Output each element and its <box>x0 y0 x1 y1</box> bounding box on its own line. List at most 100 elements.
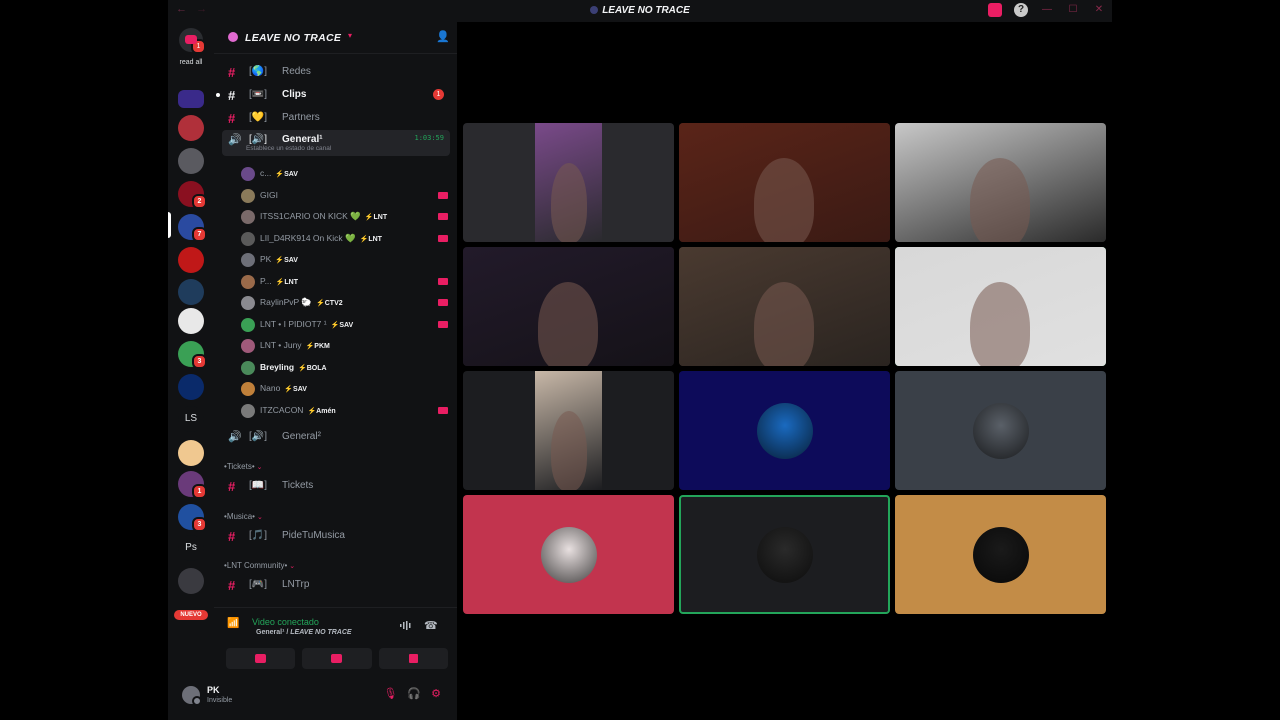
channel-emoji: [🌎] <box>249 66 268 77</box>
voice-user[interactable]: c... ⚡SAV <box>238 164 450 184</box>
activities-button[interactable] <box>378 648 448 669</box>
server-rail: 1 read all 2 7 3 LS 1 3 Ps NUEVO <box>168 22 214 720</box>
category-lnt-community[interactable]: •LNT Community• ⌄ <box>224 561 295 570</box>
channel-partners[interactable]: # [💛] Partners <box>222 108 450 128</box>
hash-icon: # <box>228 65 236 80</box>
read-all-button[interactable]: read all <box>168 59 214 66</box>
avatar-tile[interactable] <box>463 495 674 614</box>
channel-emoji: [📼] <box>249 89 268 100</box>
avatar <box>241 231 255 246</box>
video-feed <box>535 371 602 490</box>
voice-user[interactable]: LIl_D4RK914 On Kick 💚 ⚡LNT <box>238 229 450 249</box>
video-tile[interactable] <box>463 247 674 366</box>
video-tile[interactable] <box>679 123 890 242</box>
server-icon[interactable]: 3 <box>178 341 207 369</box>
avatar[interactable] <box>182 686 202 706</box>
server-icon[interactable] <box>178 247 204 273</box>
server-icon[interactable] <box>178 568 204 594</box>
server-icon[interactable] <box>178 115 204 141</box>
voice-user[interactable]: ITSS1CARIO ON KICK 💚 ⚡LNT <box>238 207 450 227</box>
voice-user[interactable]: Nano ⚡SAV <box>238 379 450 399</box>
channel-name: Tickets <box>282 480 314 491</box>
video-feed <box>535 123 602 242</box>
voice-channel-general-active[interactable]: 🔊 [🔊] General¹ 1:03:59 Establece un esta… <box>222 130 450 156</box>
channel-name: Clips <box>282 89 307 100</box>
connection-status: Video conectado <box>252 617 319 627</box>
channel-clips[interactable]: # [📼] Clips 1 <box>216 85 450 105</box>
gear-icon[interactable]: ⚙ <box>431 687 441 700</box>
guild-header[interactable]: LEAVE NO TRACE ▾ 👤 <box>214 22 457 54</box>
voice-user[interactable]: P... ⚡LNT <box>238 272 450 292</box>
user-tag: ⚡SAV <box>284 386 307 393</box>
channel-pidetumusica[interactable]: # [🎵] PideTuMusica <box>222 526 450 546</box>
signal-icon[interactable]: 📶 <box>227 618 239 629</box>
video-tile[interactable] <box>679 247 890 366</box>
guild-name: LEAVE NO TRACE <box>245 32 342 44</box>
camera-on-icon <box>438 406 448 414</box>
screen-share-button[interactable] <box>302 648 372 669</box>
voice-user[interactable]: RaylinPvP 🐑 ⚡CTV2 <box>238 293 450 313</box>
voice-user[interactable]: Breyling ⚡BOLA <box>238 358 450 378</box>
avatar-tile[interactable] <box>895 371 1106 490</box>
connection-channel[interactable]: General¹ / LEAVE NO TRACE <box>256 629 352 636</box>
close-button[interactable]: ✕ <box>1092 3 1106 17</box>
voice-user[interactable]: PK ⚡SAV <box>238 250 450 270</box>
participant-avatar <box>756 402 813 459</box>
avatar-tile[interactable] <box>679 495 890 614</box>
channel-tickets[interactable]: # [📖] Tickets <box>222 476 450 496</box>
inbox-icon[interactable] <box>988 3 1002 17</box>
server-icon[interactable]: 2 <box>178 181 207 209</box>
category-musica[interactable]: •Musica• ⌄ <box>224 512 263 521</box>
avatar <box>241 360 255 375</box>
voice-user-name: LIl_D4RK914 On Kick 💚 ⚡LNT <box>260 232 382 243</box>
video-tile[interactable] <box>895 247 1106 366</box>
server-icon[interactable] <box>178 279 204 305</box>
username: PK <box>207 685 220 695</box>
voice-user[interactable]: GIGI <box>238 186 450 206</box>
voice-user[interactable]: LNT • I PIDIOT7 ¹ ⚡SAV <box>238 315 450 335</box>
avatar-tile[interactable] <box>895 495 1106 614</box>
hash-icon: # <box>228 479 236 494</box>
server-icon[interactable] <box>178 374 204 400</box>
voice-user-name: LNT • Juny ⚡PKM <box>260 340 330 350</box>
server-icon[interactable]: 1 <box>178 471 207 499</box>
noise-suppression-icon[interactable] <box>400 621 412 630</box>
maximize-button[interactable]: ☐ <box>1066 3 1080 17</box>
video-tile[interactable] <box>463 371 674 490</box>
server-icon[interactable] <box>178 440 204 466</box>
user-tag: ⚡Amén <box>307 407 336 415</box>
server-icon[interactable]: Ps <box>178 535 204 561</box>
deafen-headphones-icon[interactable]: 🎧 <box>407 687 421 700</box>
disconnect-icon[interactable]: ☎ <box>424 619 438 632</box>
participant-silhouette <box>551 411 587 490</box>
video-tile[interactable] <box>463 123 674 242</box>
category-tickets[interactable]: •Tickets• ⌄ <box>224 462 263 471</box>
voice-user[interactable]: ITZCACON ⚡Amén <box>238 401 450 421</box>
voice-user-name: GIGI <box>260 189 278 200</box>
camera-on-icon <box>438 277 448 285</box>
channel-redes[interactable]: # [🌎] Redes <box>222 62 450 82</box>
direct-messages-button[interactable]: 1 <box>179 28 206 54</box>
voice-channel-general-2[interactable]: 🔊 [🔊] General² <box>222 427 450 447</box>
server-icon[interactable]: 3 <box>178 504 207 532</box>
server-icon[interactable] <box>178 308 204 334</box>
mention-badge: 1 <box>433 89 444 100</box>
channel-status[interactable]: Establece un estado de canal <box>246 145 331 152</box>
add-member-icon[interactable]: 👤 <box>436 30 450 43</box>
video-tile[interactable] <box>895 123 1106 242</box>
video-feed <box>679 123 890 242</box>
channel-lntrp[interactable]: # [🎮] LNTrp <box>222 575 450 595</box>
server-icon[interactable] <box>178 90 204 108</box>
avatar-tile[interactable] <box>679 371 890 490</box>
server-icon[interactable] <box>178 148 204 174</box>
chevron-down-icon: ▾ <box>348 31 353 40</box>
mute-microphone-icon[interactable]: 🎙 <box>383 687 397 700</box>
participant-silhouette <box>970 282 1030 366</box>
camera-button[interactable] <box>226 648 296 669</box>
voice-action-buttons <box>226 648 448 669</box>
voice-user[interactable]: LNT • Juny ⚡PKM <box>238 336 450 356</box>
server-icon[interactable]: LS <box>178 406 204 432</box>
help-icon[interactable]: ? <box>1014 3 1028 17</box>
minimize-button[interactable]: — <box>1040 3 1054 17</box>
server-icon[interactable]: 7 <box>178 214 207 242</box>
